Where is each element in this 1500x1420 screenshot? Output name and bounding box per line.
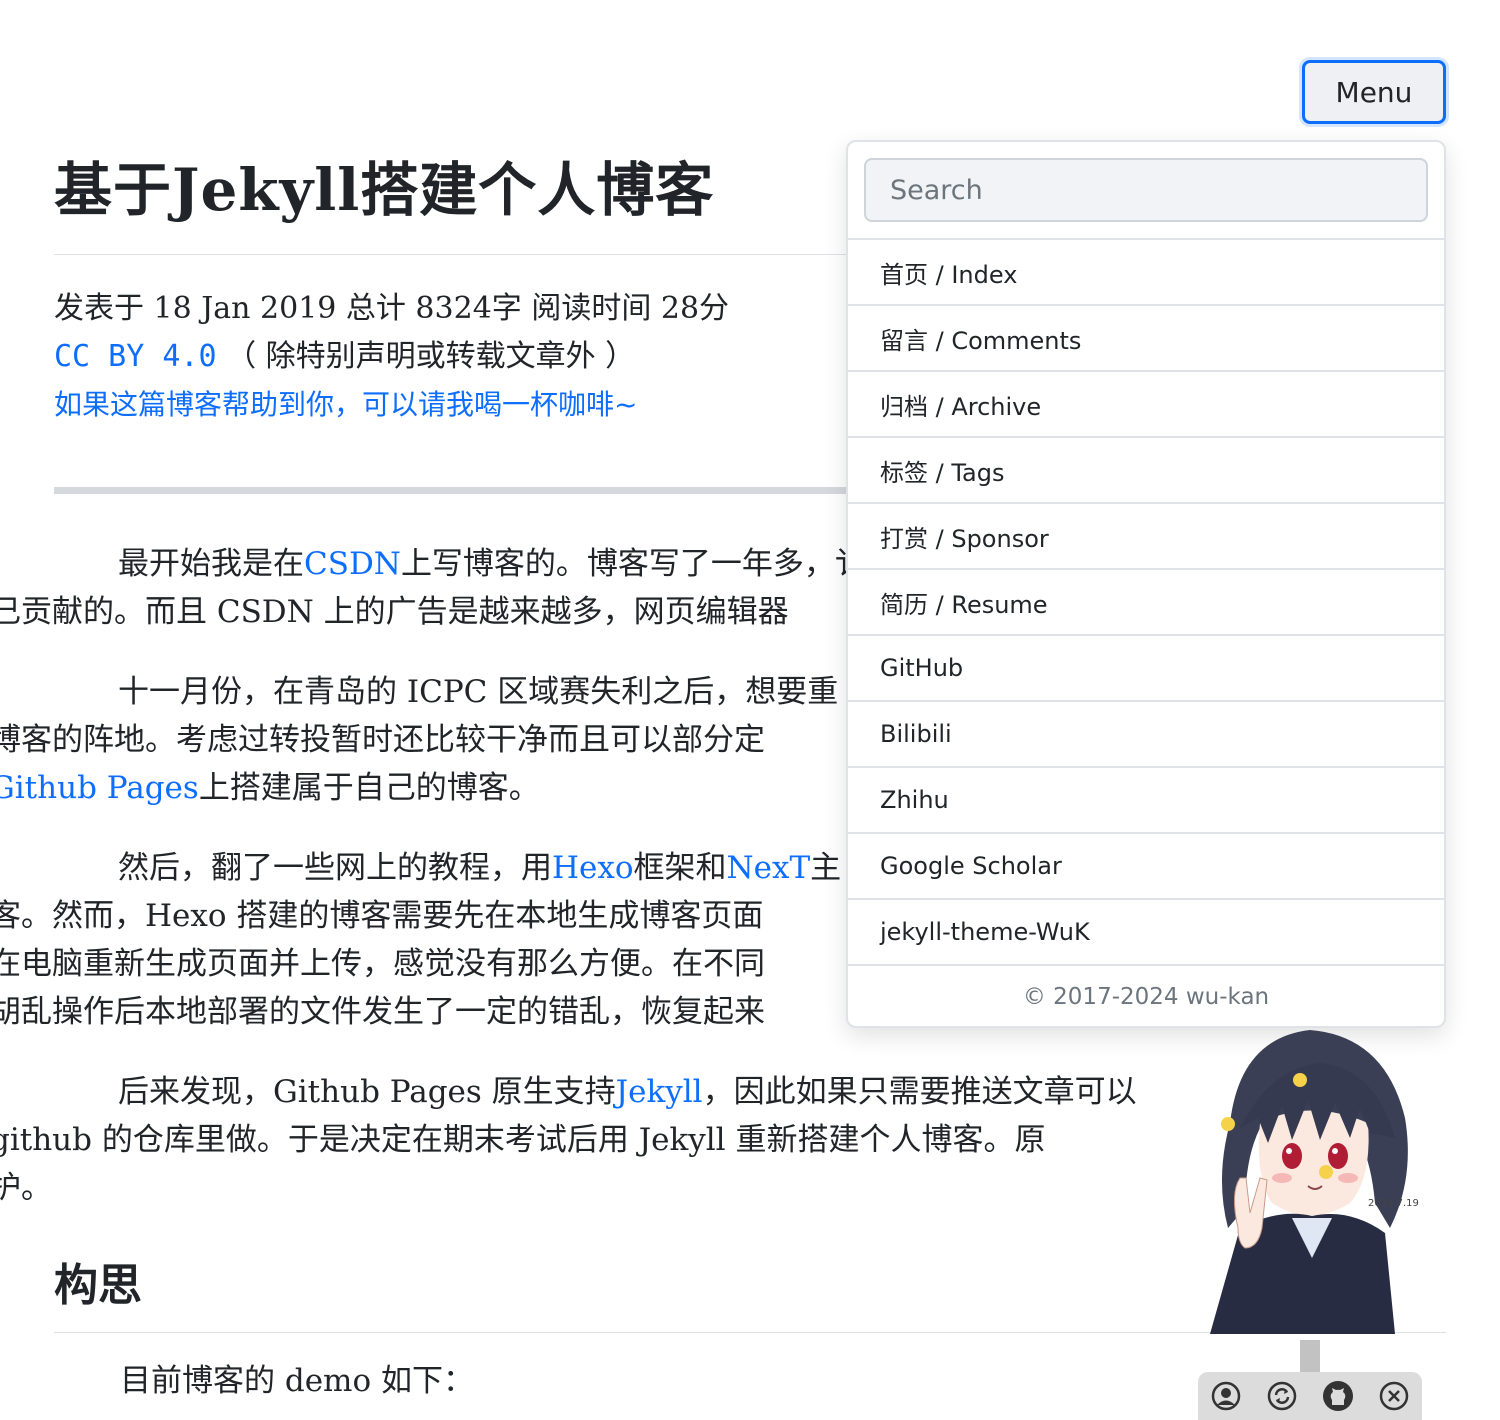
hexo-link[interactable]: Hexo — [552, 850, 634, 886]
mascot-date: 2019.7.19 — [1368, 1198, 1419, 1209]
mascot-character[interactable]: 2019.7.19 — [1200, 1028, 1430, 1334]
text: 最开始我是在 — [118, 546, 304, 582]
menu-item-index[interactable]: 首页 / Index — [848, 240, 1444, 306]
user-icon[interactable] — [1210, 1380, 1242, 1412]
refresh-icon[interactable] — [1266, 1380, 1298, 1412]
text: github 的仓库里做。于是决定在期末考试后用 Jekyll 重新搭建个人博客… — [0, 1122, 1046, 1158]
text: 护。 — [0, 1170, 52, 1206]
text: 在电脑重新生成页面并上传，感觉没有那么方便。在不同 — [0, 946, 765, 982]
text: 十一月份，在青岛的 ICPC 区域赛失利之后，想要重 — [118, 674, 839, 710]
csdn-link[interactable]: CSDN — [304, 546, 401, 582]
license-note: （ 除特别声明或转载文章外 ） — [226, 339, 636, 374]
menu-item-resume[interactable]: 简历 / Resume — [848, 570, 1444, 636]
text: 上搭建属于自己的博客。 — [198, 770, 540, 806]
copyright: © 2017-2024 wu-kan — [1022, 984, 1270, 1010]
menu-item-tags[interactable]: 标签 / Tags — [848, 438, 1444, 504]
search-container — [848, 142, 1444, 240]
text: 上写博客的。博客写了一年多， — [400, 546, 835, 582]
nav-dropdown: 首页 / Index 留言 / Comments 归档 / Archive 标签… — [846, 140, 1446, 1028]
sponsor-link[interactable]: 如果这篇博客帮助到你，可以请我喝一杯咖啡~ — [54, 388, 637, 421]
text: ，因此如果只需要推送文章可以 — [702, 1074, 1137, 1110]
menu-item-theme[interactable]: jekyll-theme-WuK — [848, 900, 1444, 966]
text: 然后，翻了一些网上的教程，用 — [118, 850, 552, 886]
text: 胡乱操作后本地部署的文件发生了一定的错乱，恢复起来 — [0, 994, 765, 1030]
text: 后来发现，Github Pages 原生支持 — [118, 1074, 616, 1110]
mascot-toolbar — [1198, 1372, 1422, 1420]
mascot-illustration: 2019.7.19 — [1210, 1030, 1419, 1334]
search-input[interactable] — [864, 158, 1428, 222]
post-meta-text: 发表于 18 Jan 2019 总计 8324字 阅读时间 28分 — [54, 291, 730, 326]
mascot-handle[interactable] — [1300, 1340, 1320, 1372]
text: 框架和 — [633, 850, 727, 886]
next-link[interactable]: NexT — [727, 850, 811, 886]
text: 主 — [810, 850, 842, 886]
jekyll-link[interactable]: Jekyll — [616, 1074, 703, 1110]
text: 客。然而，Hexo 搭建的博客需要先在本地生成博客页面 — [0, 898, 764, 934]
menu-item-sponsor[interactable]: 打赏 / Sponsor — [848, 504, 1444, 570]
menu-item-comments[interactable]: 留言 / Comments — [848, 306, 1444, 372]
menu-item-github[interactable]: GitHub — [848, 636, 1444, 702]
github-pages-link[interactable]: Github Pages — [0, 770, 199, 806]
text: 博客的阵地。考虑过转投暂时还比较干净而且可以部分定 — [0, 722, 765, 758]
github-icon[interactable] — [1322, 1380, 1354, 1412]
menu-item-archive[interactable]: 归档 / Archive — [848, 372, 1444, 438]
menu-item-bilibili[interactable]: Bilibili — [848, 702, 1444, 768]
menu-button[interactable]: Menu — [1302, 60, 1446, 124]
text: 己贡献的。而且 CSDN 上的广告是越来越多，网页编辑器 — [0, 594, 789, 630]
menu-item-google-scholar[interactable]: Google Scholar — [848, 834, 1444, 900]
license-link[interactable]: CC BY 4.0 — [54, 339, 217, 374]
menu-item-zhihu[interactable]: Zhihu — [848, 768, 1444, 834]
close-icon[interactable] — [1378, 1380, 1410, 1412]
